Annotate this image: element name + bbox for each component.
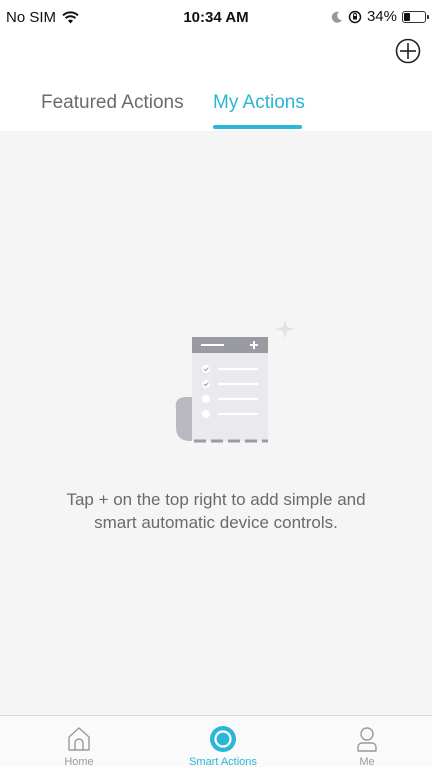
plus-circle-icon <box>395 38 421 64</box>
battery-icon <box>402 10 429 23</box>
smart-actions-icon <box>210 726 236 752</box>
document-checklist-icon <box>175 319 295 443</box>
bottom-tab-bar: Home Smart Actions Me <box>0 715 432 768</box>
empty-state-message: Tap + on the top right to add simple and… <box>0 488 432 534</box>
tab-label-me: Me <box>359 756 375 768</box>
battery-percent: 34% <box>366 8 397 25</box>
tab-bar-me[interactable]: Me <box>295 716 432 768</box>
tab-bar-home[interactable]: Home <box>7 716 151 768</box>
moon-icon <box>331 11 342 23</box>
status-bar: No SIM 10:34 AM 34% <box>0 0 432 34</box>
active-tab-indicator <box>213 125 302 129</box>
tab-bar-smart-actions[interactable]: Smart Actions <box>151 716 295 768</box>
tab-featured-actions[interactable]: Featured Actions <box>41 92 184 114</box>
tab-label-smart-actions: Smart Actions <box>189 756 257 768</box>
home-icon <box>68 727 90 751</box>
status-right: 34% <box>331 8 429 25</box>
my-actions-content: Tap + on the top right to add simple and… <box>0 131 432 715</box>
add-action-button[interactable] <box>394 37 422 65</box>
empty-illustration <box>166 317 298 447</box>
empty-message-line-2: smart automatic device controls. <box>94 513 338 532</box>
empty-message-line-1: Tap + on the top right to add simple and <box>66 490 366 509</box>
tab-label-home: Home <box>64 756 94 768</box>
tab-my-actions[interactable]: My Actions <box>213 92 305 114</box>
battery-level <box>404 12 410 21</box>
actions-tabs: Featured Actions My Actions <box>0 92 432 132</box>
person-icon <box>357 727 377 752</box>
orientation-lock-icon <box>348 10 362 23</box>
